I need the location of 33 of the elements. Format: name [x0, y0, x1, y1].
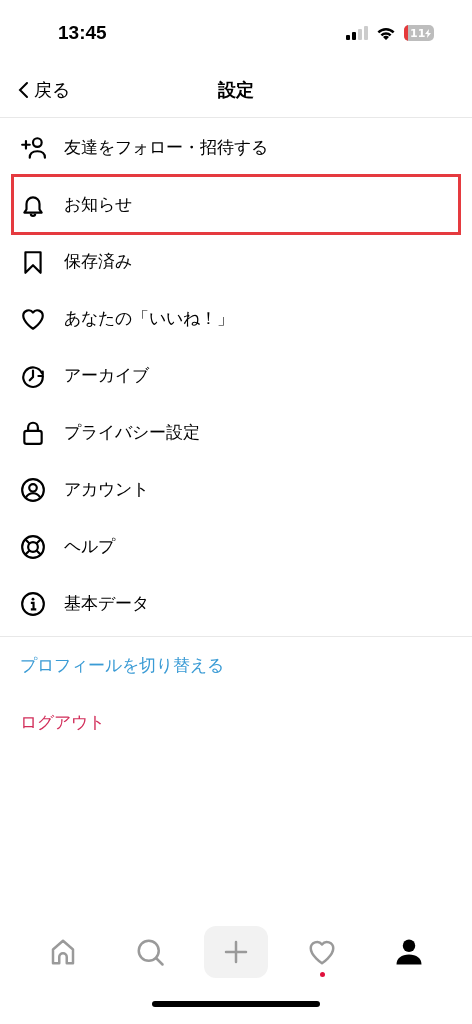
settings-item[interactable]: アーカイブ: [0, 347, 472, 404]
person-circle-icon: [20, 476, 46, 503]
wifi-icon: [376, 26, 396, 40]
logout-link[interactable]: ログアウト: [20, 709, 105, 736]
settings-item-label: お知らせ: [64, 192, 132, 216]
chevron-left-icon: [16, 80, 30, 99]
back-button[interactable]: 戻る: [16, 76, 70, 103]
info-icon: [20, 590, 46, 617]
screen-title: 設定: [218, 78, 254, 102]
settings-item[interactable]: 基本データ: [0, 575, 472, 632]
settings-item[interactable]: アカウント: [0, 461, 472, 518]
settings-item-label: あなたの「いいね！」: [64, 306, 234, 330]
settings-item-label: 友達をフォロー・招待する: [64, 135, 268, 159]
battery-indicator: 11: [404, 25, 434, 41]
clock-time: 13:45: [58, 20, 107, 45]
settings-item[interactable]: 保存済み: [0, 233, 472, 290]
settings-item[interactable]: お知らせ: [11, 174, 461, 235]
settings-item[interactable]: プライバシー設定: [0, 404, 472, 461]
lock-icon: [20, 419, 46, 446]
settings-item[interactable]: あなたの「いいね！」: [0, 290, 472, 347]
settings-item[interactable]: 友達をフォロー・招待する: [0, 119, 472, 176]
person-icon: [393, 937, 424, 967]
settings-item-label: ヘルプ: [64, 534, 115, 558]
settings-item-label: 保存済み: [64, 249, 132, 273]
bolt-icon: [425, 28, 432, 38]
settings-item[interactable]: ヘルプ: [0, 518, 472, 575]
person-add-icon: [20, 134, 46, 161]
settings-item-label: 基本データ: [64, 591, 149, 615]
settings-item-label: プライバシー設定: [64, 420, 200, 444]
lifebuoy-icon: [20, 533, 46, 560]
settings-item-label: アカウント: [64, 477, 149, 501]
settings-item-label: アーカイブ: [64, 363, 149, 387]
signal-icon: [346, 26, 368, 40]
